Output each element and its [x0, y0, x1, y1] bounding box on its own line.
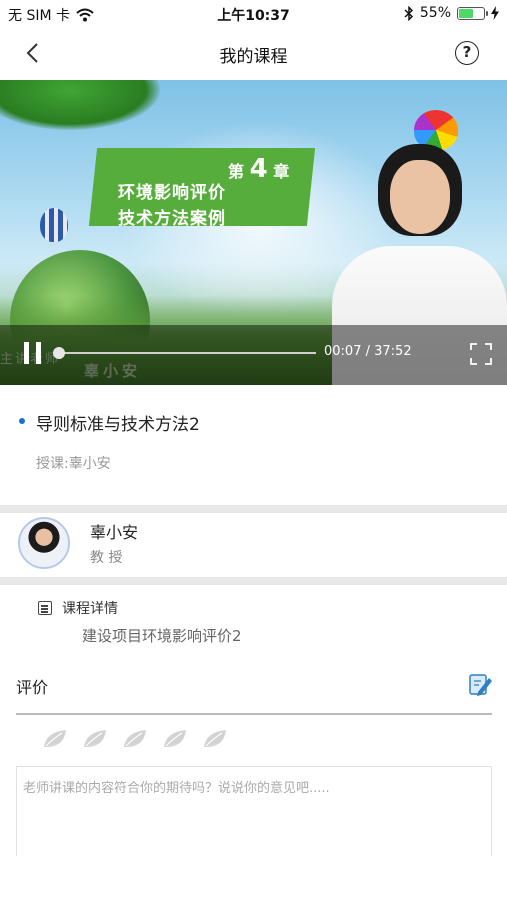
- help-icon[interactable]: ?: [455, 41, 479, 65]
- lesson-bullet-icon: [19, 418, 25, 424]
- course-detail-icon: [38, 601, 52, 615]
- chapter-title-line2: 技术方法案例: [118, 209, 226, 229]
- chapter-number: 4: [249, 154, 268, 184]
- rating-divider: [16, 713, 492, 715]
- lesson-info: 导则标准与技术方法2 授课:辜小安: [0, 385, 507, 505]
- status-right: 55%: [404, 5, 499, 21]
- progress-bar[interactable]: [52, 347, 316, 359]
- battery-percent: 55%: [419, 5, 451, 21]
- course-detail-label: 课程详情: [62, 601, 118, 617]
- time-separator: /: [361, 344, 375, 359]
- teacher-avatar: [18, 517, 70, 569]
- comment-input[interactable]: [16, 766, 492, 856]
- pause-icon[interactable]: [24, 342, 42, 364]
- leaf-rating-icon[interactable]: [202, 728, 228, 750]
- nav-bar: 我的课程 ?: [0, 28, 507, 78]
- leaf-rating-icon[interactable]: [122, 728, 148, 750]
- battery-icon: [457, 6, 488, 20]
- chapter-suffix: 章: [273, 162, 290, 181]
- charging-icon: [491, 6, 499, 20]
- time-readout: 00:07 / 37:52: [324, 344, 412, 359]
- teacher-card[interactable]: 辜小安 教 授: [0, 513, 507, 577]
- chapter-label: 第: [228, 162, 245, 181]
- chapter-heading: 第 4 章: [228, 154, 289, 184]
- battery-level: [459, 8, 474, 18]
- page-title: 我的课程: [219, 47, 288, 67]
- course-detail-value: 建设项目环境影响评价2: [82, 627, 242, 645]
- status-bar: 无 SIM 卡 上午10:37 55%: [0, 0, 507, 28]
- section-divider: [0, 577, 507, 585]
- hot-air-balloon-image: [40, 208, 68, 242]
- leaf-rating-icon[interactable]: [42, 728, 68, 750]
- leaf-rating-icon[interactable]: [82, 728, 108, 750]
- chapter-title-line1: 环境影响评价: [118, 183, 226, 203]
- video-player[interactable]: 第 4 章 环境影响评价 技术方法案例 主讲老师 辜小安 00:07 / 37:…: [0, 80, 507, 385]
- leaf-rating-icon[interactable]: [162, 728, 188, 750]
- progress-knob[interactable]: [52, 347, 65, 359]
- current-time: 00:07: [324, 344, 362, 359]
- rating-label: 评价: [16, 678, 49, 697]
- total-time: 37:52: [374, 344, 412, 359]
- video-controls: 00:07 / 37:52: [0, 325, 507, 385]
- teacher-title: 教 授: [90, 550, 123, 566]
- lesson-title[interactable]: 导则标准与技术方法2: [36, 410, 200, 435]
- edit-review-icon[interactable]: [467, 670, 493, 698]
- course-detail: 课程详情 建设项目环境影响评价2: [0, 585, 507, 655]
- presenter-face: [390, 160, 450, 234]
- fullscreen-icon[interactable]: [469, 342, 493, 366]
- section-divider: [0, 505, 507, 513]
- teacher-name: 辜小安: [90, 523, 139, 542]
- leaf-rating: [42, 728, 228, 750]
- lesson-teacher: 授课:辜小安: [36, 456, 111, 472]
- bluetooth-icon: [404, 5, 413, 21]
